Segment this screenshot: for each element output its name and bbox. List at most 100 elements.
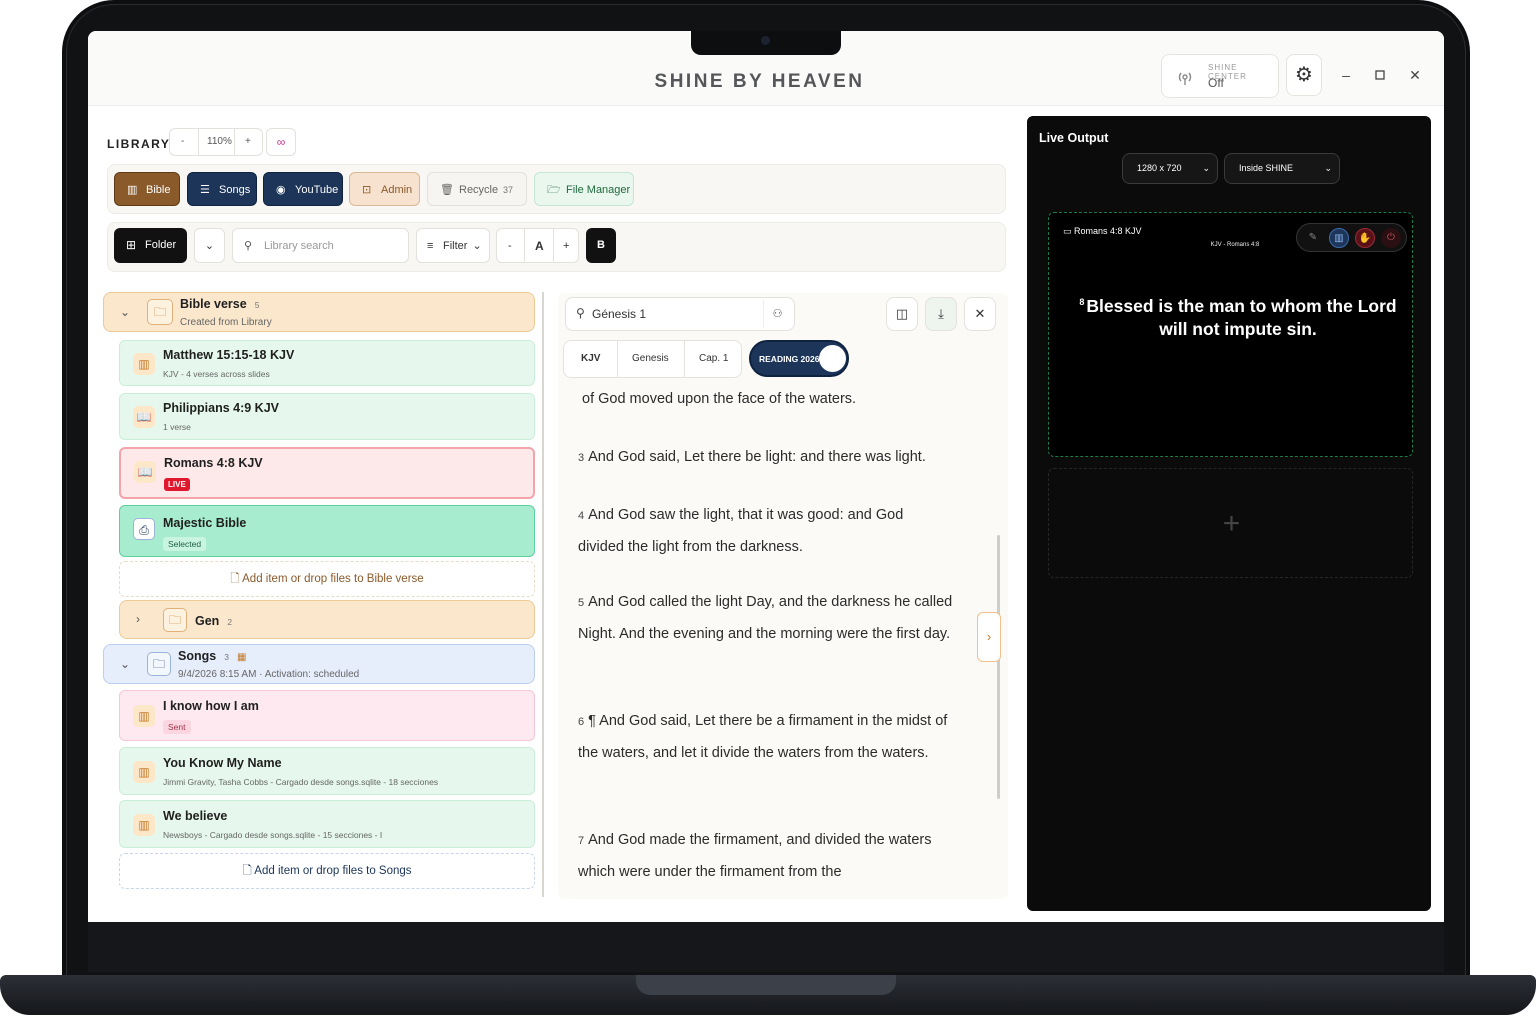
tab-recycle[interactable]: 🗑 Recycle 37 [427, 172, 527, 206]
file-add-icon: 🗋 [242, 865, 255, 877]
segment-book[interactable]: Genesis [632, 353, 669, 364]
list-item-live[interactable]: 📖 Romans 4:8 KJV LIVE [119, 447, 535, 499]
chevron-down-icon: ⌄ [472, 240, 482, 252]
folder-songs[interactable]: ⌄ 🗀 Songs 3 ▦ 9/4/2026 8:15 AM · Activatio… [103, 644, 535, 684]
live-badge: LIVE [164, 478, 190, 491]
reading-toggle[interactable]: READING 2026 [749, 340, 849, 377]
folder-icon: 🗀 [147, 652, 171, 676]
live-preview-slide[interactable]: ▭ Romans 4:8 KJV KJV - Romans 4:8 8 Bless… [1048, 212, 1413, 457]
segment-chapter[interactable]: Cap. 1 [699, 353, 728, 364]
font-size-label: A [535, 239, 544, 253]
close-window-button[interactable]: ✕ [1405, 65, 1425, 85]
segment-version[interactable]: KJV [581, 353, 600, 364]
layout-icon: ◫ [895, 306, 909, 321]
close-reader-button[interactable]: ✕ [964, 297, 996, 331]
panel-divider[interactable] [542, 292, 544, 897]
link-button[interactable]: ∞ [266, 128, 296, 156]
tab-admin[interactable]: ⊡ Admin [349, 172, 420, 206]
output-target-select[interactable]: Inside SHINE ⌄ [1224, 153, 1340, 184]
book-icon: ▥ [127, 184, 138, 196]
layout-button[interactable]: ◫ [886, 297, 918, 331]
zoom-divider [198, 129, 199, 155]
add-item-songs[interactable]: 🗋 Add item or drop files to Songs [119, 853, 535, 889]
hand-icon[interactable]: ✋ [1355, 228, 1375, 248]
folder-bible-verse[interactable]: ⌄ 🗀 Bible verse 5 Created from Library [103, 292, 535, 332]
folder-button[interactable]: ⊞ Folder [114, 228, 187, 263]
play-icon: ◉ [276, 184, 286, 196]
chevron-down-icon[interactable]: ⌄ [120, 657, 130, 671]
list-item-selected[interactable]: ⎙ Majestic Bible Selected [119, 505, 535, 557]
chevron-right-icon[interactable]: › [136, 612, 140, 626]
live-output-title: Live Output [1039, 131, 1109, 145]
tab-file-manager[interactable]: 🗁 File Manager [534, 172, 634, 206]
verse-text: 3 And God said, Let there be light: and t… [578, 449, 926, 465]
chevron-down-icon: ⌄ [1202, 163, 1210, 173]
laptop-frame: SHINE BY HEAVEN SHINE CENTER Off ⚙ – ✕ L… [0, 0, 1536, 1024]
preview-title: ▭ Romans 4:8 KJV [1063, 226, 1142, 236]
book-icon[interactable]: ▥ [1329, 228, 1349, 248]
list-item[interactable]: 📖 Philippians 4:9 KJV 1 verse [119, 393, 535, 440]
toggle-knob [819, 345, 846, 372]
segment-divider [684, 341, 685, 377]
list-item[interactable]: ▥ I know how I am Sent [119, 690, 535, 741]
laptop-chin [88, 922, 1444, 972]
resolution-select[interactable]: 1280 x 720 ⌄ [1122, 153, 1218, 184]
chevron-down-icon[interactable]: ⌄ [120, 305, 130, 319]
folder-subtitle: 9/4/2026 8:15 AM · Activation: scheduled [178, 669, 360, 680]
zoom-divider [234, 129, 235, 155]
add-slot-icon: + [1222, 507, 1241, 540]
link-icon: ∞ [276, 135, 286, 149]
bold-button[interactable]: B [586, 228, 616, 263]
folder-gen[interactable]: › 🗀 Gen 2 [119, 600, 535, 639]
font-size-control: - A + [496, 228, 579, 263]
user-icon[interactable]: ⚇ [763, 300, 791, 328]
verse-text: of God moved upon the face of the waters… [582, 391, 857, 407]
folder-icon: 🗀 [147, 299, 173, 325]
zoom-control: - 110% + [169, 128, 263, 156]
font-decrease-button[interactable]: - [508, 229, 512, 264]
settings-button[interactable]: ⚙ [1286, 54, 1322, 96]
folder-icon: 🗀 [163, 608, 187, 632]
list-item[interactable]: ▥ Matthew 15:15-18 KJV KJV - 4 verses ac… [119, 340, 535, 386]
live-output-panel: Live Output 1280 x 720 ⌄ Inside SHINE ⌄ … [1027, 116, 1431, 911]
zoom-in-button[interactable]: + [245, 136, 251, 147]
file-add-icon: 🗋 [230, 573, 243, 585]
edit-icon[interactable]: ✎ [1303, 228, 1323, 248]
verse-text: 4 And God saw the light, that it was good… [578, 507, 904, 555]
collapse-all-button[interactable]: ⌄ [194, 228, 225, 263]
passage-search-input[interactable]: ⚲ Génesis 1 ⚇ [565, 297, 795, 331]
maximize-button[interactable] [1370, 65, 1390, 85]
folder-title: Songs 3 ▦ [178, 649, 247, 663]
empty-output-slot[interactable]: + [1048, 468, 1413, 578]
shine-center-button[interactable]: SHINE CENTER Off [1161, 54, 1279, 98]
selected-pill: Selected [163, 537, 207, 551]
preview-toolbar: ✎ ▥ ✋ ⏻ [1296, 223, 1407, 252]
search-icon: ⚲ [576, 306, 585, 320]
add-item-bible-verse[interactable]: 🗋 Add item or drop files to Bible verse [119, 561, 535, 597]
minimize-button[interactable]: – [1336, 65, 1356, 85]
filter-icon: ≡ [427, 240, 434, 252]
laptop-base-notch [636, 975, 896, 995]
tab-bible[interactable]: ▥ Bible [114, 172, 180, 206]
folder-open-icon: 🗁 [547, 184, 561, 196]
camera-notch [691, 31, 841, 55]
folder-title: Bible verse 5 [180, 297, 260, 311]
expand-side-panel-button[interactable]: › [977, 612, 1001, 662]
list-item[interactable]: ▥ We believe Newsboys - Cargado desde so… [119, 800, 535, 848]
reader-scrollbar[interactable] [997, 535, 1000, 799]
calendar-icon: ▦ [236, 652, 247, 663]
open-book-icon: 📖 [133, 406, 155, 428]
open-book-icon: 📖 [134, 461, 156, 483]
power-icon[interactable]: ⏻ [1381, 228, 1401, 248]
monitor-icon: ▭ [1063, 226, 1075, 236]
camera-icon [761, 36, 770, 45]
zoom-out-button[interactable]: - [181, 136, 184, 147]
tab-songs[interactable]: ☰ Songs [187, 172, 257, 206]
download-button[interactable]: ⤓ [925, 297, 957, 331]
font-increase-button[interactable]: + [563, 229, 569, 264]
trash-icon: 🗑 [440, 184, 454, 196]
library-search-input[interactable]: ⚲ Library search [232, 228, 409, 263]
tab-youtube[interactable]: ◉ YouTube [263, 172, 343, 206]
list-item[interactable]: ▥ You Know My Name Jimmi Gravity, Tasha … [119, 747, 535, 795]
filter-button[interactable]: ≡ Filter ⌄ [416, 228, 490, 263]
